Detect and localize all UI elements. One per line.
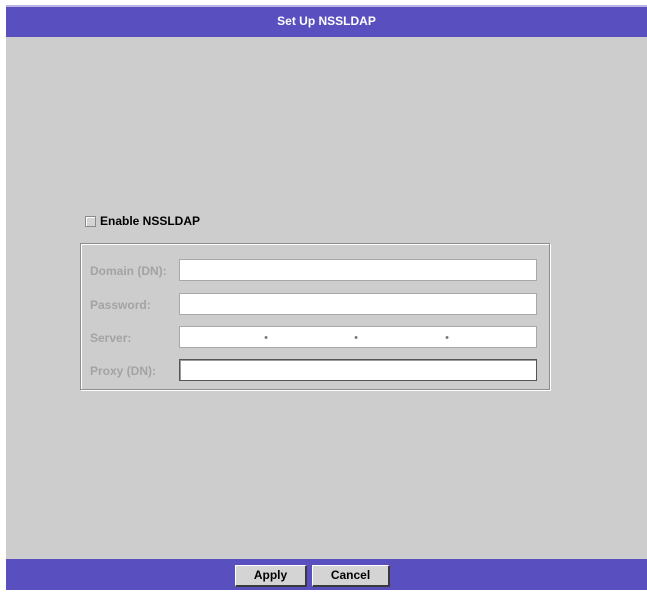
domain-label: Domain (DN): xyxy=(90,264,167,278)
server-row: Server: • • • xyxy=(81,326,551,350)
password-label: Password: xyxy=(90,298,151,312)
enable-nssldap-label[interactable]: Enable NSSLDAP xyxy=(100,214,200,228)
apply-button[interactable]: Apply xyxy=(235,565,307,587)
enable-nssldap-checkbox[interactable] xyxy=(85,215,96,227)
server-ip-field[interactable]: • • • xyxy=(179,326,537,348)
domain-row: Domain (DN): xyxy=(81,259,551,283)
password-field[interactable] xyxy=(179,293,537,315)
domain-field[interactable] xyxy=(179,259,537,281)
ip-separator-1: • xyxy=(264,332,268,344)
proxy-label: Proxy (DN): xyxy=(90,364,157,378)
proxy-field[interactable] xyxy=(179,359,537,381)
enable-nssldap-toggle[interactable]: Enable NSSLDAP xyxy=(85,213,200,229)
server-label: Server: xyxy=(90,331,132,345)
nssldap-setup-window: Set Up NSSLDAP Enable NSSLDAP Domain (DN… xyxy=(6,5,647,590)
ip-separator-3: • xyxy=(445,332,449,344)
proxy-row: Proxy (DN): xyxy=(81,359,551,383)
title-bar: Set Up NSSLDAP xyxy=(6,5,647,37)
ldap-settings-panel: Domain (DN): Password: Server: • • • Pro… xyxy=(80,243,550,390)
button-bar: Apply Cancel xyxy=(6,559,647,590)
window-title: Set Up NSSLDAP xyxy=(277,14,376,28)
password-row: Password: xyxy=(81,293,551,317)
ip-separator-2: • xyxy=(354,332,358,344)
cancel-button[interactable]: Cancel xyxy=(312,565,390,587)
